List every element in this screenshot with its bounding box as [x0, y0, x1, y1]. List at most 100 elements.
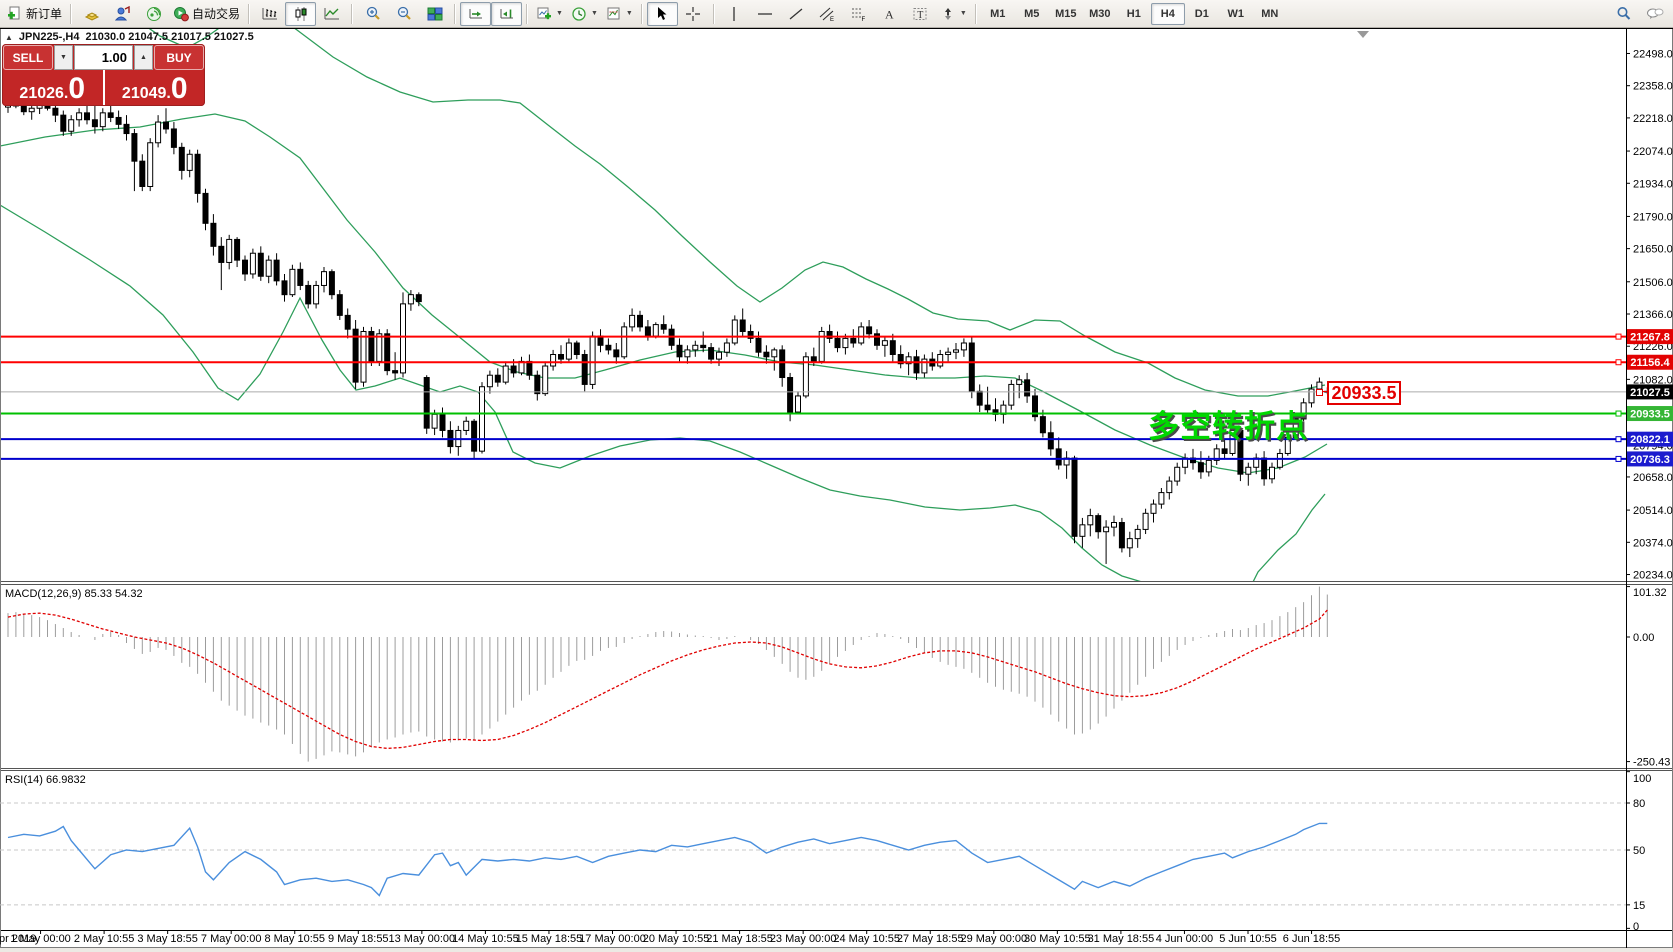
- autotrading-button[interactable]: 自动交易: [169, 2, 244, 26]
- vertical-line-icon: [733, 6, 735, 21]
- svg-text:F: F: [862, 17, 866, 22]
- buy-button[interactable]: BUY: [154, 45, 204, 70]
- candle-body: [494, 374, 501, 383]
- candle-body: [139, 160, 146, 187]
- zoom-out-button[interactable]: [388, 2, 419, 26]
- autotrading-icon: [174, 6, 189, 21]
- cursor-tool-button[interactable]: [646, 1, 678, 26]
- sell-button[interactable]: SELL: [3, 45, 53, 70]
- timeframe-m30[interactable]: M30: [1083, 3, 1117, 25]
- price-badge-label: 20933.5: [1630, 409, 1670, 421]
- candle-body: [1174, 466, 1181, 482]
- chat-button[interactable]: [1639, 2, 1670, 26]
- candle-body: [376, 333, 383, 362]
- new-chart-dropdown[interactable]: ▼: [532, 2, 567, 26]
- hline-anchor-square: [1615, 436, 1622, 443]
- timeframe-w1[interactable]: W1: [1219, 3, 1253, 25]
- timeframe-d1[interactable]: D1: [1185, 3, 1219, 25]
- price-axis[interactable]: 22498.0 22358.0 22218.0 22074.0 21934.0 21790…: [1626, 48, 1673, 582]
- chart-shift-button[interactable]: [491, 1, 523, 26]
- toolbar-separator: [640, 3, 643, 24]
- candle-body: [1118, 522, 1125, 549]
- new-order-button[interactable]: 新订单: [3, 2, 66, 26]
- candle-body: [502, 365, 509, 383]
- candle-body: [1150, 503, 1157, 514]
- candle-body: [431, 413, 438, 429]
- date-axis[interactable]: 29 Apr 20191 May 00:002 May 10:553 May 1…: [0, 930, 1340, 945]
- templates-dropdown[interactable]: ▼: [602, 2, 637, 26]
- timeframe-m5[interactable]: M5: [1015, 3, 1049, 25]
- volume-input[interactable]: 1.00: [74, 45, 133, 70]
- candle-body: [937, 354, 944, 367]
- zoom-in-button[interactable]: [357, 2, 388, 26]
- text-label-icon: T: [913, 7, 927, 20]
- candle-body: [960, 342, 967, 351]
- band-line-4: [1252, 493, 1326, 581]
- signals-button[interactable]: [138, 2, 169, 26]
- candlestick-button[interactable]: [285, 1, 317, 26]
- tile-windows-button[interactable]: [419, 2, 450, 26]
- candle-body: [439, 413, 446, 431]
- candle-body: [968, 342, 975, 392]
- timeframe-h1[interactable]: H1: [1117, 3, 1151, 25]
- timeframe-mn[interactable]: MN: [1253, 3, 1287, 25]
- profiles-icon: [114, 5, 130, 20]
- candle-body: [257, 252, 264, 277]
- chart-shift-icon: [500, 8, 513, 18]
- timeframe-h4[interactable]: H4: [1150, 2, 1185, 25]
- bar-chart-button[interactable]: [254, 2, 285, 26]
- candle-body: [1308, 388, 1315, 404]
- periodicity-dropdown[interactable]: ▼: [567, 2, 602, 26]
- candles: [5, 89, 1331, 564]
- history-center-button[interactable]: [76, 2, 107, 26]
- horizontal-line-tool[interactable]: [750, 2, 781, 26]
- trendline-tool[interactable]: [781, 2, 812, 26]
- candle-body: [336, 294, 343, 316]
- timeframe-label: D1: [1194, 7, 1209, 20]
- candle-body: [1016, 379, 1023, 385]
- candle-body: [123, 123, 130, 135]
- candle-body: [415, 294, 422, 303]
- timeframe-m1[interactable]: M1: [981, 3, 1015, 25]
- fibonacci-tool[interactable]: F: [843, 2, 874, 26]
- vertical-line-tool[interactable]: [719, 2, 750, 26]
- one-click-collapse-icon[interactable]: ▲: [5, 33, 13, 42]
- rsi-axis-label: 80: [1633, 798, 1645, 810]
- arrows-dropdown[interactable]: ▼: [936, 2, 971, 26]
- search-button[interactable]: [1608, 2, 1639, 26]
- auto-scroll-button[interactable]: [460, 1, 492, 26]
- candle-body: [1316, 381, 1323, 390]
- timeframe-m15[interactable]: M15: [1049, 3, 1083, 25]
- buy-price[interactable]: 21049. 0: [105, 70, 206, 105]
- candle-body: [344, 314, 351, 330]
- turning-point-annotation[interactable]: 多空转折点: [1148, 401, 1308, 446]
- horizontal-line-icon: [758, 12, 773, 15]
- candle-body: [76, 112, 83, 121]
- timeframe-label: M5: [1024, 7, 1040, 20]
- date-tick-label: 1 May 00:00: [10, 933, 71, 945]
- sell-price[interactable]: 21026. 0: [2, 70, 103, 105]
- price-callout-label[interactable]: 20933.5: [1327, 381, 1401, 405]
- profiles-button[interactable]: [107, 2, 138, 26]
- candle-body: [787, 377, 794, 413]
- price-tick-label: 20514.0: [1633, 505, 1673, 517]
- toolbar-right-group: [1608, 2, 1670, 26]
- crosshair-tool-button[interactable]: [678, 2, 709, 26]
- text-tool[interactable]: A: [874, 2, 905, 26]
- volume-increment-button[interactable]: ▲: [134, 45, 153, 70]
- timeframe-label: M30: [1089, 7, 1111, 20]
- candle-body: [20, 105, 27, 113]
- candle-body: [313, 284, 320, 305]
- price-tick-label: 21650.0: [1633, 244, 1673, 256]
- candle-body: [360, 330, 367, 383]
- chart-shift-marker-icon[interactable]: [1357, 31, 1369, 38]
- label-tool[interactable]: T: [905, 2, 936, 26]
- candle-body: [423, 377, 430, 429]
- candle-body: [392, 370, 399, 374]
- candle-body: [652, 324, 659, 337]
- candle-body: [99, 112, 106, 128]
- line-chart-button[interactable]: [316, 2, 347, 26]
- candle-body: [755, 337, 762, 353]
- volume-decrement-button[interactable]: ▼: [54, 45, 73, 70]
- channel-tool[interactable]: E: [812, 2, 843, 26]
